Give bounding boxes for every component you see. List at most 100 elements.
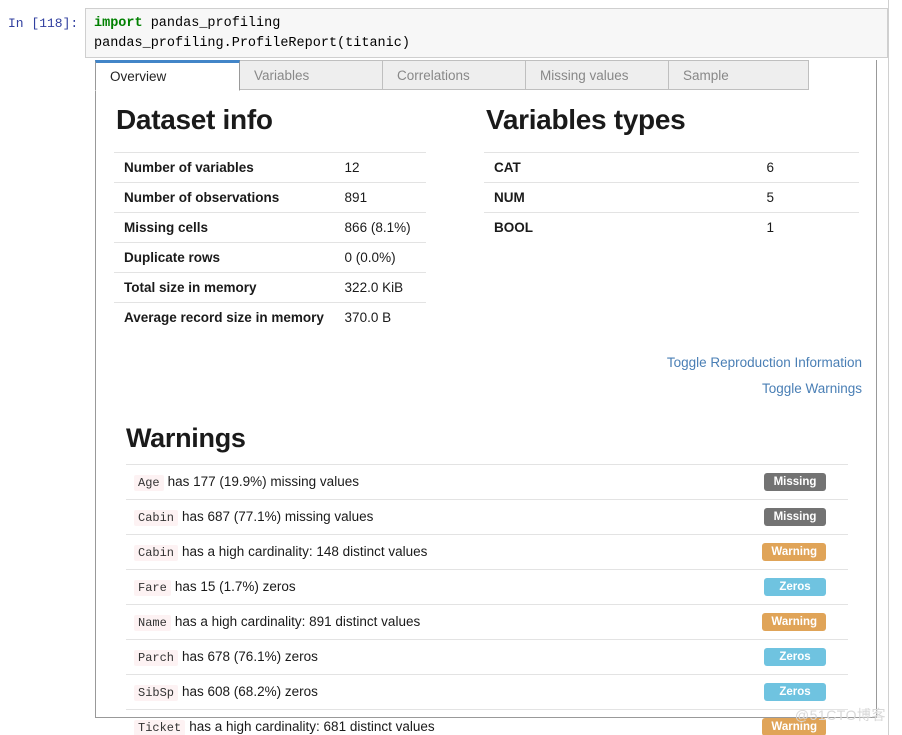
status-badge[interactable]: Warning xyxy=(762,543,826,561)
dataset-info-key: Missing cells xyxy=(114,212,335,243)
toggle-warnings-link[interactable]: Toggle Warnings xyxy=(396,381,862,396)
warning-message-cell: Cabin has a high cardinality: 148 distinc… xyxy=(126,534,714,570)
variables-types-heading: Variables types xyxy=(486,104,686,135)
warning-message-cell: Age has 177 (19.9%) missing values xyxy=(126,464,714,500)
variable-type-value: 6 xyxy=(756,152,859,183)
warning-message-cell: Name has a high cardinality: 891 distinct… xyxy=(126,604,714,640)
table-row: Total size in memory 322.0 KiB xyxy=(114,272,426,303)
tab-label: Missing values xyxy=(540,67,629,83)
tab-label: Variables xyxy=(254,67,310,83)
code-line-1-rest: pandas_profiling xyxy=(142,16,281,31)
tab-variables[interactable]: Variables xyxy=(240,60,383,90)
warning-message-text: has 177 (19.9%) missing values xyxy=(167,474,359,489)
warning-message-text: has a high cardinality: 681 distinct val… xyxy=(189,719,435,734)
dataset-info-key: Total size in memory xyxy=(114,272,335,303)
dataset-info-value: 0 (0.0%) xyxy=(334,242,426,273)
status-badge[interactable]: Missing xyxy=(764,473,826,491)
table-row: Age has 177 (19.9%) missing values Missin… xyxy=(126,464,848,500)
tab-label: Overview xyxy=(110,69,167,84)
tab-sample[interactable]: Sample xyxy=(669,60,809,90)
dataset-info-value: 891 xyxy=(334,182,426,213)
table-row: Number of observations 891 xyxy=(114,182,426,213)
warning-variable-name: Ticket xyxy=(134,720,186,735)
tab-correlations[interactable]: Correlations xyxy=(383,60,526,90)
status-badge[interactable]: Missing xyxy=(764,508,826,526)
variable-type-value: 5 xyxy=(756,182,859,213)
table-row: SibSp has 608 (68.2%) zeros Zeros xyxy=(126,674,848,710)
warning-message-text: has 15 (1.7%) zeros xyxy=(174,579,296,594)
tab-overview[interactable]: Overview xyxy=(95,60,240,91)
code-line-2: pandas_profiling.ProfileReport(titanic) xyxy=(94,36,410,51)
tab-label: Correlations xyxy=(397,67,470,83)
dataset-info-value: 322.0 KiB xyxy=(334,272,426,303)
dataset-info-value: 866 (8.1%) xyxy=(334,212,426,243)
toggle-links-group: Toggle Reproduction Information Toggle W… xyxy=(396,355,862,407)
warning-message-text: has a high cardinality: 148 distinct val… xyxy=(182,544,428,559)
warning-badge-cell: Missing xyxy=(714,464,848,500)
table-row: CAT 6 xyxy=(484,152,859,183)
table-row: Number of variables 12 xyxy=(114,152,426,183)
warning-variable-name: Cabin xyxy=(134,545,179,561)
warnings-heading: Warnings xyxy=(126,423,246,453)
dataset-info-table: Number of variables 12 Number of observa… xyxy=(114,152,426,332)
code-keyword-import: import xyxy=(94,16,143,31)
dataset-info-key: Number of variables xyxy=(114,152,335,183)
report-tab-strip: Overview Variables Correlations Missing … xyxy=(95,60,809,91)
warning-variable-name: Fare xyxy=(134,580,171,596)
warning-message-text: has 608 (68.2%) zeros xyxy=(182,684,318,699)
overview-tab-content: Dataset info Number of variables 12 Numb… xyxy=(96,60,878,735)
variable-type-key: NUM xyxy=(484,182,757,213)
warning-variable-name: SibSp xyxy=(134,685,179,701)
cell-execution-prompt: In [118]: xyxy=(8,16,79,31)
watermark: @51CTO博客 xyxy=(794,707,886,723)
warning-variable-name: Cabin xyxy=(134,510,179,526)
dataset-info-key: Duplicate rows xyxy=(114,242,335,273)
table-row: BOOL 1 xyxy=(484,212,859,242)
code-input-cell[interactable]: import pandas_profiling pandas_profiling… xyxy=(85,8,888,58)
warning-message-cell: Fare has 15 (1.7%) zeros xyxy=(126,569,714,605)
table-row: Cabin has a high cardinality: 148 distinc… xyxy=(126,534,848,570)
table-row: Average record size in memory 370.0 B xyxy=(114,302,426,332)
notebook-input-row: In [118]: import pandas_profiling pandas… xyxy=(0,8,902,58)
dataset-info-value: 12 xyxy=(334,152,426,183)
variables-types-table: CAT 6 NUM 5 BOOL 1 xyxy=(484,152,859,242)
warning-message-cell: Parch has 678 (76.1%) zeros xyxy=(126,639,714,675)
warning-variable-name: Parch xyxy=(134,650,179,666)
variable-type-value: 1 xyxy=(756,212,859,242)
tab-missing-values[interactable]: Missing values xyxy=(526,60,669,90)
table-row: Missing cells 866 (8.1%) xyxy=(114,212,426,243)
status-badge[interactable]: Zeros xyxy=(764,578,826,596)
profile-report-panel: Dataset info Number of variables 12 Numb… xyxy=(95,60,878,735)
dataset-info-key: Number of observations xyxy=(114,182,335,213)
code-line-1: import pandas_profiling xyxy=(86,9,887,34)
status-badge[interactable]: Zeros xyxy=(764,648,826,666)
warning-message-text: has 678 (76.1%) zeros xyxy=(182,649,318,664)
warning-message-cell: Ticket has a high cardinality: 681 distin… xyxy=(126,709,714,735)
page-right-rule xyxy=(888,0,889,735)
table-row: Ticket has a high cardinality: 681 distin… xyxy=(126,709,848,735)
variable-type-key: CAT xyxy=(484,152,757,183)
table-row: Fare has 15 (1.7%) zeros Zeros xyxy=(126,569,848,605)
warning-badge-cell: Warning xyxy=(714,534,848,570)
warning-message-cell: Cabin has 687 (77.1%) missing values xyxy=(126,499,714,535)
warning-badge-cell: Zeros xyxy=(714,569,848,605)
warning-message-cell: SibSp has 608 (68.2%) zeros xyxy=(126,674,714,710)
dataset-info-heading: Dataset info xyxy=(116,104,273,135)
table-row: Duplicate rows 0 (0.0%) xyxy=(114,242,426,273)
warning-variable-name: Name xyxy=(134,615,171,631)
table-row: Cabin has 687 (77.1%) missing values Miss… xyxy=(126,499,848,535)
status-badge[interactable]: Warning xyxy=(762,613,826,631)
warning-message-text: has a high cardinality: 891 distinct val… xyxy=(174,614,421,629)
toggle-reproduction-information-link[interactable]: Toggle Reproduction Information xyxy=(396,355,862,370)
dataset-info-value: 370.0 B xyxy=(334,302,426,332)
tab-label: Sample xyxy=(683,67,729,83)
table-row: NUM 5 xyxy=(484,182,859,213)
warning-badge-cell: Warning xyxy=(714,604,848,640)
status-badge[interactable]: Zeros xyxy=(764,683,826,701)
variable-type-key: BOOL xyxy=(484,212,757,242)
table-row: Parch has 678 (76.1%) zeros Zeros xyxy=(126,639,848,675)
dataset-info-key: Average record size in memory xyxy=(114,302,335,332)
warning-badge-cell: Zeros xyxy=(714,639,848,675)
warning-message-text: has 687 (77.1%) missing values xyxy=(182,509,374,524)
warnings-table: Age has 177 (19.9%) missing values Missin… xyxy=(126,464,848,735)
